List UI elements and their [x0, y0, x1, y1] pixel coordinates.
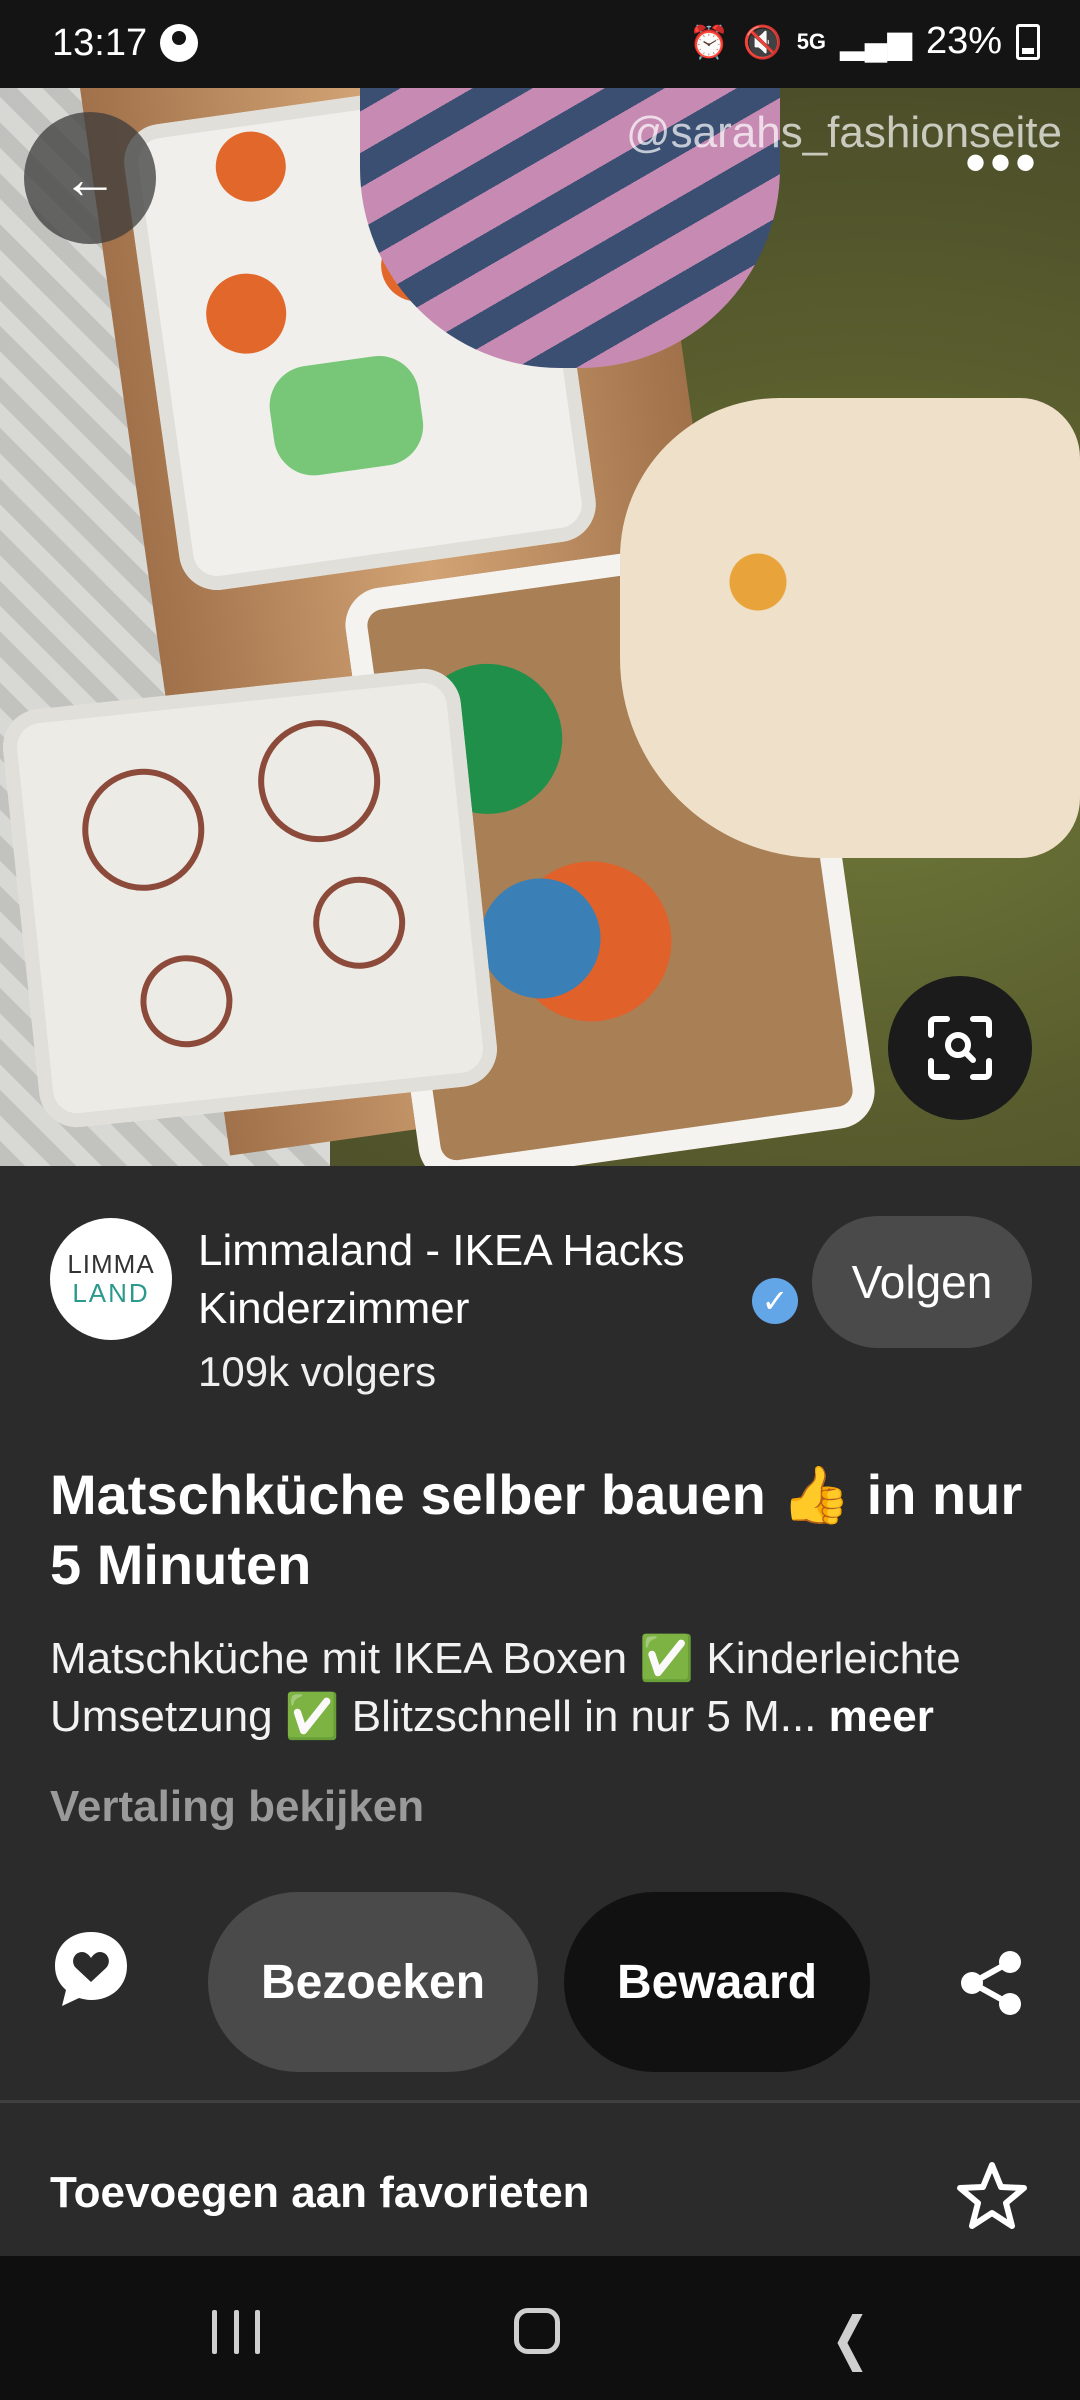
share-button[interactable]: [956, 1948, 1026, 2018]
back-button[interactable]: ←: [24, 112, 156, 244]
add-to-favorites-label: Toevoegen aan favorieten: [50, 2168, 590, 2217]
status-bar: 13:17 ⏰ 🔇 5G ▂▄▆ 23%: [0, 0, 1080, 88]
recents-icon: [212, 2310, 217, 2354]
star-icon[interactable]: [956, 2160, 1028, 2232]
lens-search-icon: [928, 1016, 992, 1080]
visual-search-button[interactable]: [888, 976, 1032, 1120]
mute-icon: 🔇: [742, 23, 783, 60]
saved-button[interactable]: Bewaard: [564, 1892, 870, 2072]
share-icon: [961, 1951, 1021, 2015]
creator-name[interactable]: Limmaland - IKEA Hacks Kinderzimmer: [198, 1222, 738, 1338]
signal-icon: ▂▄▆: [840, 23, 912, 60]
child-graphic: [620, 398, 1080, 858]
add-to-favorites-row[interactable]: Toevoegen aan favorieten: [0, 2104, 1080, 2252]
more-dots-icon: •••: [964, 129, 1040, 196]
status-time: 13:17: [52, 22, 148, 64]
see-translation-link[interactable]: Vertaling bekijken: [50, 1782, 424, 1832]
system-navigation-bar: ❮: [0, 2256, 1080, 2400]
divider: [0, 2100, 1080, 2103]
recents-button[interactable]: [212, 2310, 260, 2354]
5g-icon: 5G: [796, 28, 827, 54]
avatar-logo-text: LAND: [72, 1278, 150, 1308]
read-more-link[interactable]: meer: [829, 1692, 934, 1741]
avatar-logo-text: LIMMA: [67, 1249, 155, 1279]
arrow-left-icon: ←: [62, 146, 118, 210]
battery-icon: [1016, 23, 1040, 60]
status-icons: ⏰ 🔇 5G ▂▄▆ 23%: [689, 20, 1040, 63]
system-back-button[interactable]: ❮: [831, 2304, 870, 2372]
follower-count: 109k volgers: [198, 1348, 437, 1395]
visit-button[interactable]: Bezoeken: [208, 1892, 538, 2072]
home-button[interactable]: [514, 2308, 560, 2354]
pin-title: Matschküche selber bauen 👍 in nur 5 Minu…: [50, 1463, 1023, 1596]
toy-stove-graphic: [0, 665, 501, 1131]
creator-row: LIMMA LAND Limmaland - IKEA Hacks Kinder…: [0, 1166, 1080, 1396]
account-circle-icon: [160, 24, 198, 62]
creator-avatar[interactable]: LIMMA LAND: [50, 1218, 172, 1340]
pin-description: Matschküche mit IKEA Boxen ✅ Kinderleich…: [50, 1630, 1050, 1746]
more-options-button[interactable]: •••: [965, 133, 1040, 193]
pin-image[interactable]: @sarahs_fashionseite ← •••: [0, 88, 1080, 1166]
comment-button[interactable]: [48, 1926, 134, 2012]
verified-badge-icon: ✓: [752, 1278, 798, 1324]
comment-heart-icon: [55, 1932, 127, 2006]
pin-description-text: Matschküche mit IKEA Boxen ✅ Kinderleich…: [50, 1634, 961, 1741]
battery-percent: 23%: [925, 20, 1002, 62]
follow-button[interactable]: Volgen: [812, 1216, 1032, 1348]
alarm-icon: ⏰: [689, 23, 729, 60]
